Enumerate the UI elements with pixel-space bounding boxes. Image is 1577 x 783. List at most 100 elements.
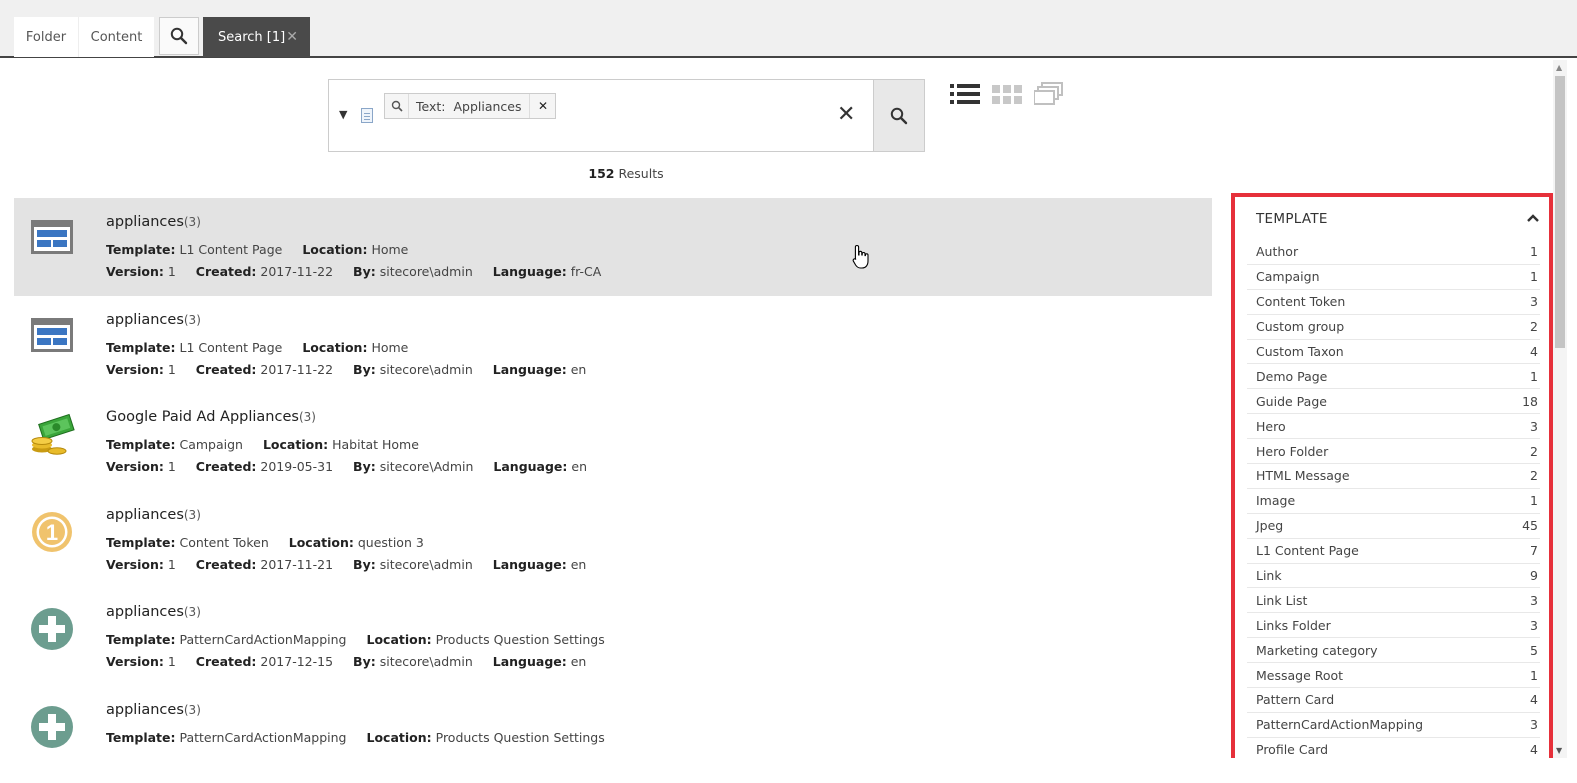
scrollbar-thumb[interactable]	[1555, 76, 1565, 348]
result-item[interactable]: appliances(3) Template: PatternCardActio…	[14, 588, 1212, 686]
result-version: 1	[168, 459, 176, 474]
money-campaign-icon	[29, 411, 75, 457]
result-title-count: (3)	[299, 410, 316, 424]
facet-row[interactable]: Campaign1	[1247, 265, 1540, 290]
facet-row-count: 4	[1530, 344, 1538, 359]
result-title-count: (3)	[184, 215, 201, 229]
facet-row-count: 5	[1530, 643, 1538, 658]
facet-row[interactable]: Jpeg45	[1247, 514, 1540, 539]
facet-row[interactable]: Demo Page 1	[1247, 364, 1540, 389]
result-title[interactable]: appliances(3)	[106, 312, 201, 328]
result-title[interactable]: appliances(3)	[106, 214, 201, 230]
result-title[interactable]: Google Paid Ad Appliances(3)	[106, 409, 316, 425]
facet-row[interactable]: Author1	[1247, 240, 1540, 265]
result-template: Campaign	[179, 437, 243, 452]
created-label: Created:	[196, 459, 257, 474]
facet-row[interactable]: Link9	[1247, 564, 1540, 589]
result-item[interactable]: appliances(3) Template: PatternCardActio…	[14, 686, 1212, 783]
facet-row[interactable]: Profile Card4	[1247, 738, 1540, 758]
facet-row-name: Link	[1256, 568, 1282, 583]
by-label: By:	[353, 264, 376, 279]
language-label: Language:	[493, 459, 567, 474]
facet-row-name: Pattern Card	[1256, 692, 1334, 707]
result-location: Habitat Home	[332, 437, 419, 452]
close-tab-icon[interactable]: ✕	[286, 29, 298, 45]
facet-row-count: 2	[1530, 468, 1538, 483]
chevron-up-icon[interactable]	[1527, 213, 1539, 223]
by-label: By:	[353, 654, 376, 669]
result-title-text: Google Paid Ad Appliances	[106, 409, 299, 425]
facet-row-name: Message Root	[1256, 668, 1343, 683]
clear-search-icon[interactable]: ✕	[837, 102, 855, 127]
scroll-up-icon[interactable]: ▲	[1556, 63, 1562, 72]
plus-circle-icon	[29, 704, 75, 750]
facet-row-name: Jpeg	[1256, 518, 1283, 533]
version-label: Version:	[106, 459, 164, 474]
facet-rows: Author1Campaign1Content Token3Custom gro…	[1247, 240, 1540, 758]
facet-row[interactable]: Links Folder3	[1247, 613, 1540, 638]
tab-folder[interactable]: Folder	[14, 17, 78, 57]
tab-content[interactable]: Content	[78, 17, 154, 57]
location-label: Location:	[302, 340, 367, 355]
tile-view-icon[interactable]	[1034, 82, 1064, 106]
results-number: 152	[588, 166, 614, 181]
result-item[interactable]: appliances(3) Template: L1 Content Page …	[14, 296, 1212, 394]
facet-row[interactable]: PatternCardActionMapping3	[1247, 713, 1540, 738]
facet-row[interactable]: Image1	[1247, 489, 1540, 514]
dropdown-arrow-icon[interactable]: ▼	[339, 108, 347, 121]
facet-row[interactable]: Hero3	[1247, 414, 1540, 439]
result-item[interactable]: Google Paid Ad Appliances(3) Template: C…	[14, 393, 1212, 491]
results-list: appliances(3) Template: L1 Content Page …	[14, 198, 1212, 783]
result-title-text: appliances	[106, 507, 184, 523]
facet-row[interactable]: Guide Page18	[1247, 389, 1540, 414]
remove-chip-icon[interactable]: ✕	[529, 94, 555, 118]
result-meta-line-2: Version: 1 Created: 2019-05-31 By: sitec…	[106, 459, 587, 474]
facet-row[interactable]: Content Token3	[1247, 290, 1540, 315]
facet-row[interactable]: Custom group2	[1247, 315, 1540, 340]
facet-row[interactable]: L1 Content Page7	[1247, 539, 1540, 564]
tab-search[interactable]: Search [1] ✕	[203, 17, 310, 57]
result-by: sitecore\admin	[380, 557, 473, 572]
grid-view-icon[interactable]	[992, 82, 1022, 106]
result-location: Products Question Settings	[436, 730, 605, 745]
new-search-tab-button[interactable]	[159, 17, 199, 55]
facet-row-count: 1	[1530, 369, 1538, 384]
result-title[interactable]: appliances(3)	[106, 507, 201, 523]
search-button[interactable]	[873, 79, 925, 152]
facet-row[interactable]: Custom Taxon4	[1247, 340, 1540, 365]
facet-row[interactable]: Marketing category5	[1247, 638, 1540, 663]
facet-row[interactable]: Link List3	[1247, 588, 1540, 613]
facet-row-count: 1	[1530, 269, 1538, 284]
result-item[interactable]: appliances(3) Template: L1 Content Page …	[14, 198, 1212, 296]
facet-row[interactable]: Pattern Card4	[1247, 688, 1540, 713]
result-created: 2017-11-21	[260, 557, 333, 572]
result-title-text: appliances	[106, 312, 184, 328]
template-facet-panel: TEMPLATE Author1Campaign1Content Token3C…	[1231, 193, 1553, 758]
location-label: Location:	[302, 242, 367, 257]
search-icon	[170, 27, 188, 45]
result-title[interactable]: appliances(3)	[106, 604, 201, 620]
page-scrollbar[interactable]: ▲ ▼	[1553, 60, 1567, 758]
result-template: L1 Content Page	[179, 340, 282, 355]
result-title[interactable]: appliances(3)	[106, 702, 201, 718]
chip-value: Appliances	[453, 99, 521, 114]
result-by: sitecore\admin	[380, 362, 473, 377]
result-title-text: appliances	[106, 702, 184, 718]
result-title-count: (3)	[184, 508, 201, 522]
language-label: Language:	[493, 557, 567, 572]
search-filter-chip[interactable]: Text: Appliances ✕	[384, 93, 556, 119]
result-template: Content Token	[179, 535, 268, 550]
list-view-icon[interactable]	[950, 82, 980, 106]
chip-label: Text:	[416, 99, 446, 114]
facet-row[interactable]: Hero Folder2	[1247, 439, 1540, 464]
scroll-down-icon[interactable]: ▼	[1556, 746, 1562, 755]
facet-row[interactable]: Message Root1	[1247, 663, 1540, 688]
document-icon[interactable]	[361, 108, 373, 123]
result-location: Home	[371, 242, 408, 257]
result-item[interactable]: 1 appliances(3) Template: Content Token …	[14, 491, 1212, 589]
facet-row-name: Hero	[1256, 419, 1286, 434]
result-created: 2017-12-15	[260, 654, 333, 669]
facet-row-name: Demo Page	[1256, 369, 1327, 384]
facet-row[interactable]: HTML Message2	[1247, 464, 1540, 489]
search-box[interactable]: ▼ Text: Appliances ✕ ✕	[328, 79, 925, 152]
